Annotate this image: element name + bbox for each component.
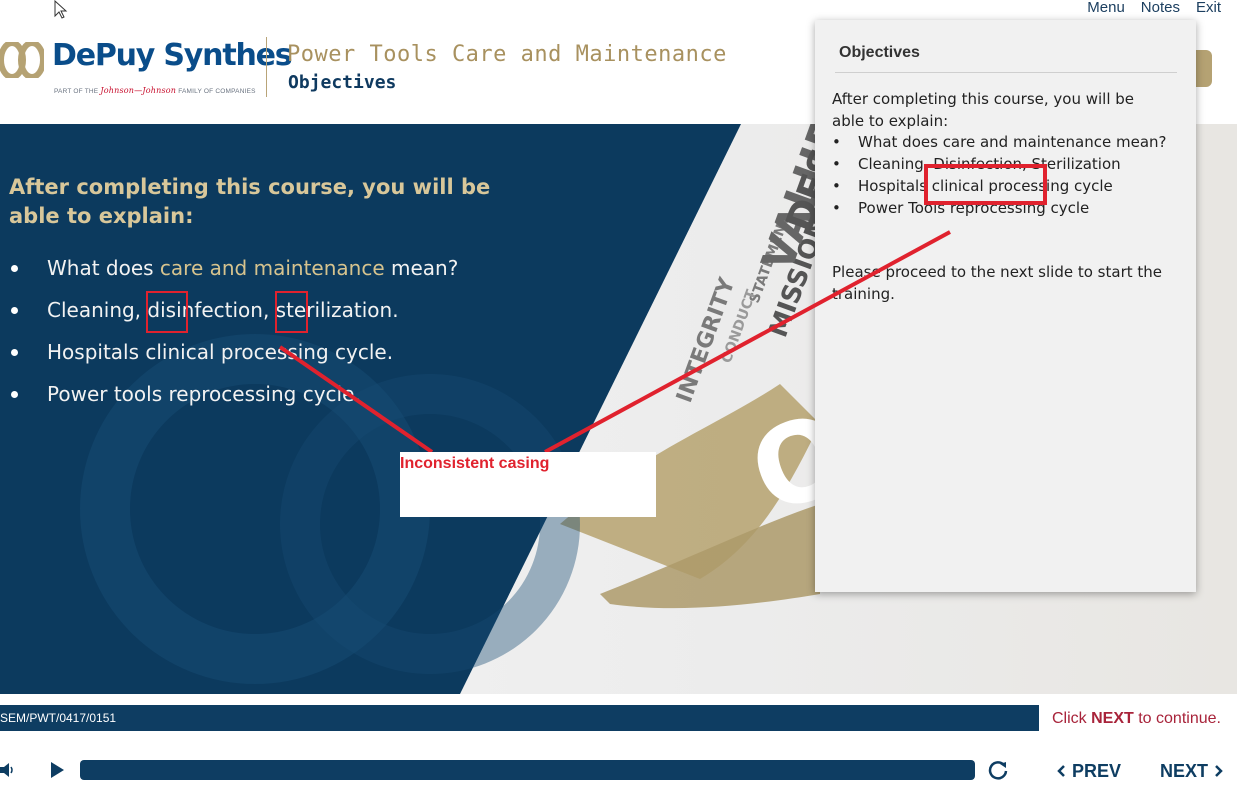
course-player: DePuy Synthes PART OF THE Johnson—Johnso…: [0, 0, 1237, 805]
objective-item: Hospitals clinical processing cycle.: [8, 334, 458, 376]
jj-wordmark: Johnson—Johnson: [100, 86, 177, 95]
slide-code: SEM/PWT/0417/0151: [0, 711, 117, 725]
logo-mark-icon: [0, 42, 44, 78]
objective-item: Power tools reprocessing cycle.: [8, 376, 458, 418]
course-title: Power Tools Care and Maintenance: [287, 42, 727, 67]
exit-link[interactable]: Exit: [1188, 0, 1229, 16]
annotation-label: Inconsistent casing: [400, 455, 550, 472]
header-divider: [266, 37, 267, 97]
notes-divider: [835, 72, 1177, 73]
notes-intro: After completing this course, you will b…: [832, 90, 1135, 130]
annotation-box-notes-casing: [924, 164, 1047, 205]
objectives-list: What does care and maintenance mean? Cle…: [8, 250, 458, 418]
tagline-post: FAMILY OF COMPANIES: [178, 88, 256, 95]
chevron-left-icon: [1057, 765, 1065, 777]
chevron-right-icon: [1215, 765, 1223, 777]
slide-heading: After completing this course, you will b…: [9, 175, 491, 228]
progress-bar[interactable]: [80, 760, 975, 780]
notes-item: What does care and maintenance mean?: [832, 131, 1172, 153]
prev-button[interactable]: PREV: [1056, 760, 1121, 782]
play-icon[interactable]: [47, 761, 67, 779]
notes-link[interactable]: Notes: [1133, 0, 1188, 16]
objective-item: Cleaning, disinfection, sterilization.: [8, 292, 458, 334]
brand-name: DePuy Synthes: [52, 38, 293, 73]
hint-pre: Click: [1052, 710, 1092, 727]
menu-link[interactable]: Menu: [1079, 0, 1133, 16]
next-button[interactable]: NEXT: [1160, 760, 1224, 782]
volume-icon[interactable]: [0, 762, 14, 778]
slide-code-bar: SEM/PWT/0417/0151: [0, 705, 1039, 731]
click-next-hint: Click NEXT to continue.: [1052, 710, 1221, 728]
objective-text: mean?: [384, 256, 459, 280]
notes-proceed-text: Please proceed to the next slide to star…: [832, 263, 1162, 303]
annotation-box-sterilization: [275, 291, 308, 333]
hint-next-word: NEXT: [1091, 710, 1134, 727]
annotation-note: Inconsistent casing: [400, 452, 656, 517]
slide-title: Objectives: [288, 72, 397, 93]
prev-label: PREV: [1072, 760, 1122, 781]
hint-post: to continue.: [1133, 710, 1221, 727]
replay-icon[interactable]: [987, 759, 1009, 781]
notes-panel: Objectives After completing this course,…: [815, 20, 1196, 592]
notes-title: Objectives: [839, 44, 920, 61]
tagline-pre: PART OF THE: [54, 88, 99, 95]
objective-item: What does care and maintenance mean?: [8, 250, 458, 292]
annotation-box-disinfection: [146, 291, 188, 333]
top-nav: Menu Notes Exit: [1079, 0, 1229, 16]
cursor-icon: [54, 0, 68, 19]
objective-text: What does: [47, 256, 160, 280]
brand-tagline: PART OF THE Johnson—Johnson FAMILY OF CO…: [54, 86, 256, 95]
gold-tab: [1196, 50, 1212, 87]
next-label: NEXT: [1160, 760, 1209, 781]
objective-highlight: care and maintenance: [159, 256, 385, 280]
